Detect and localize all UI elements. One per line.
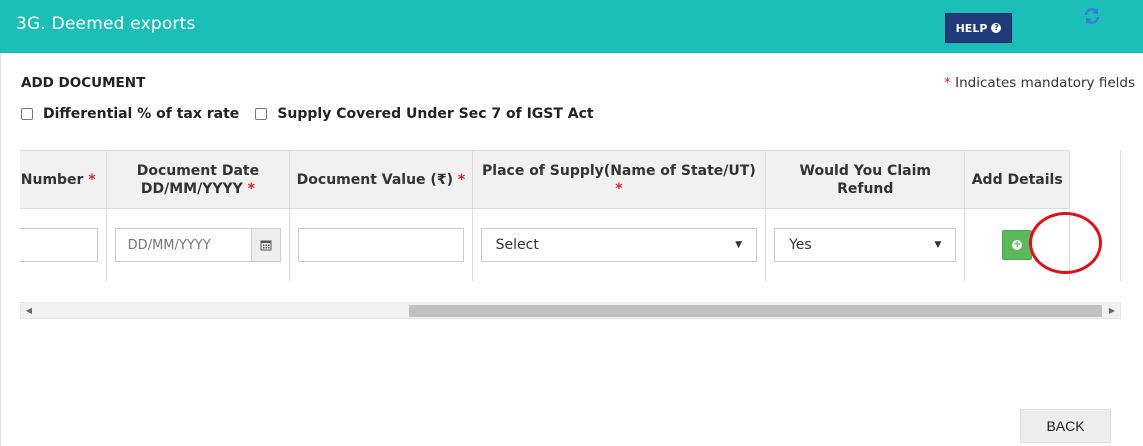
- scroll-left-icon[interactable]: ◀: [24, 306, 34, 316]
- plus-circle-icon: +: [1012, 239, 1023, 250]
- help-label: HELP: [955, 21, 988, 35]
- page-title: 3G. Deemed exports: [16, 14, 196, 34]
- scrollbar-thumb[interactable]: [409, 305, 1102, 317]
- header-number: Number *: [20, 150, 107, 209]
- document-date-input[interactable]: [114, 228, 251, 262]
- mandatory-text: Indicates mandatory fields: [955, 75, 1135, 91]
- required-star: *: [944, 75, 951, 91]
- chevron-down-icon: ▼: [735, 240, 743, 250]
- question-circle-icon: ?: [991, 23, 1002, 33]
- header-document-value: Document Value (₹) *: [289, 150, 473, 209]
- back-button[interactable]: BACK: [1020, 409, 1111, 443]
- horizontal-scrollbar[interactable]: ◀ ▶: [20, 302, 1121, 319]
- document-number-input[interactable]: [20, 228, 98, 262]
- scroll-right-icon[interactable]: ▶: [1107, 306, 1117, 316]
- table-row: Select ▼ Yes ▼ +: [20, 208, 1070, 281]
- claim-refund-value: Yes: [789, 237, 812, 253]
- help-button[interactable]: HELP ?: [945, 13, 1012, 43]
- date-picker: [114, 228, 282, 262]
- calendar-icon[interactable]: [250, 228, 282, 262]
- document-value-input[interactable]: [298, 228, 464, 262]
- cell-document-value: [289, 208, 473, 281]
- place-of-supply-value: Select: [495, 237, 539, 253]
- header-place-of-supply: Place of Supply(Name of State/UT) *: [471, 150, 767, 209]
- document-table: Number * Document Date DD/MM/YYYY * Docu…: [20, 150, 1070, 281]
- cell-add-details: +: [964, 208, 1070, 281]
- cell-claim-refund: Yes ▼: [765, 208, 966, 281]
- sec7-igst-label: Supply Covered Under Sec 7 of IGST Act: [277, 106, 594, 122]
- section-title: ADD DOCUMENT: [21, 75, 146, 91]
- chevron-down-icon: ▼: [934, 240, 942, 250]
- cell-place-of-supply: Select ▼: [471, 208, 767, 281]
- claim-refund-select[interactable]: Yes ▼: [774, 228, 957, 262]
- place-of-supply-select[interactable]: Select ▼: [480, 228, 758, 262]
- add-details-button[interactable]: +: [1002, 230, 1033, 260]
- document-table-wrapper: Number * Document Date DD/MM/YYYY * Docu…: [20, 150, 1121, 281]
- header-document-date: Document Date DD/MM/YYYY *: [105, 150, 291, 209]
- header-claim-refund: Would You Claim Refund: [765, 150, 966, 209]
- mandatory-note: * Indicates mandatory fields: [944, 75, 1135, 91]
- table-header-row: Number * Document Date DD/MM/YYYY * Docu…: [20, 150, 1070, 209]
- options-row: Differential % of tax rate Supply Covere…: [21, 106, 610, 122]
- differential-rate-checkbox[interactable]: [21, 108, 33, 120]
- sec7-igst-checkbox[interactable]: [255, 108, 268, 120]
- differential-rate-label: Differential % of tax rate: [43, 106, 240, 122]
- page-header: 3G. Deemed exports HELP ?: [0, 0, 1143, 53]
- cell-number: [20, 208, 107, 281]
- refresh-icon[interactable]: [1082, 6, 1102, 26]
- header-add-details: Add Details: [964, 150, 1070, 209]
- cell-document-date: [105, 208, 291, 281]
